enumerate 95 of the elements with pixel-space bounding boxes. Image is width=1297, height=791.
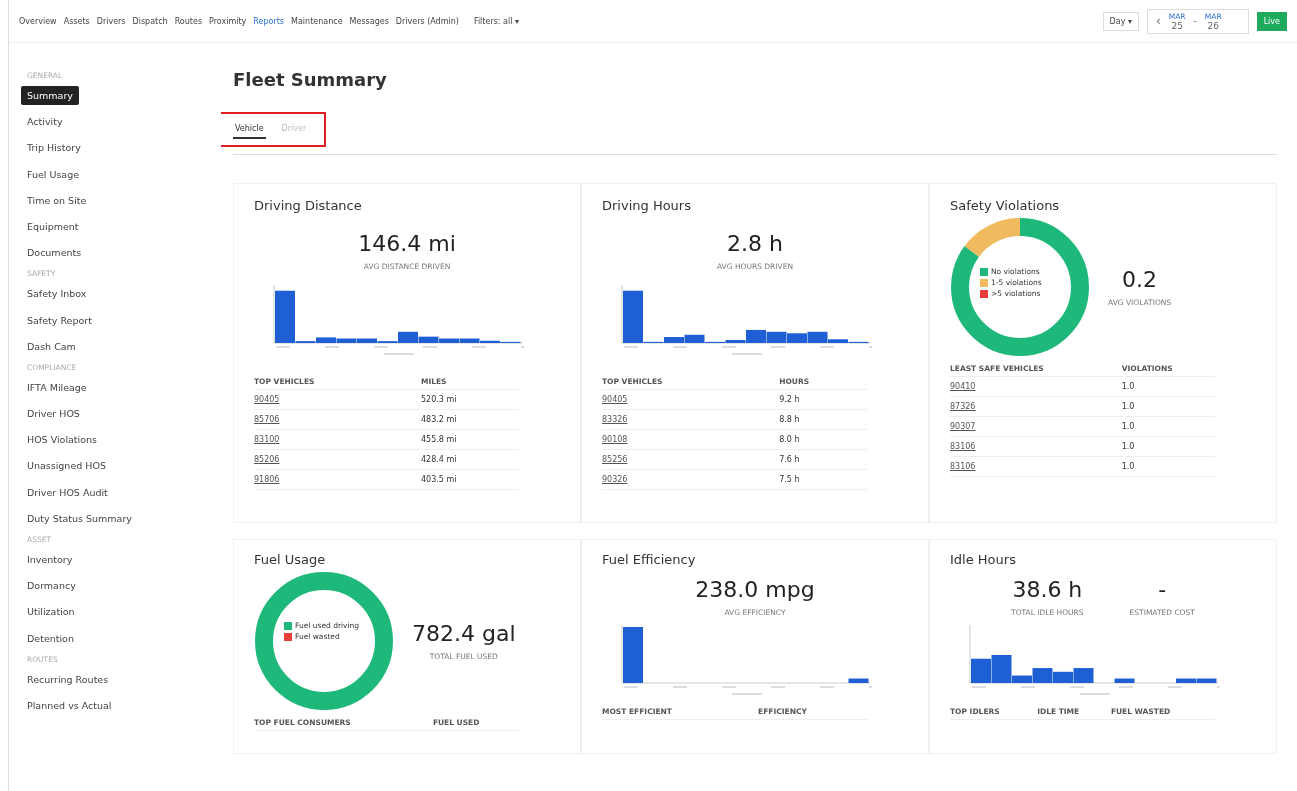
histogram-bar [1073, 668, 1094, 683]
sidebar-item[interactable]: Utilization [21, 602, 81, 622]
sidebar-item[interactable]: Inventory [21, 550, 79, 569]
vehicle-link[interactable]: 85256 [602, 455, 628, 464]
card-title: Fuel Efficiency [602, 552, 696, 567]
sidebar-item[interactable]: Documents [21, 243, 88, 263]
vehicle-link[interactable]: 83106 [950, 462, 976, 471]
vehicle-link[interactable]: 91806 [254, 475, 280, 484]
stat-value: 38.6 h [1012, 577, 1083, 602]
sidebar-item[interactable]: Unassigned HOS [21, 456, 112, 476]
histogram-bar [1053, 671, 1073, 683]
sidebar-item[interactable]: Duty Status Summary [21, 508, 138, 528]
vehicle-link[interactable]: 90410 [950, 382, 976, 391]
vehicle-link[interactable]: 90405 [602, 395, 628, 404]
nav-link[interactable]: Reports [253, 16, 285, 26]
sidebar-item[interactable]: Driver HOS Audit [21, 482, 114, 502]
sidebar-item[interactable]: Dash Cam [21, 336, 82, 356]
table-cell: 483.2 mi [420, 415, 457, 424]
table-cell: 403.5 mi [420, 475, 457, 484]
histogram-bar [848, 678, 869, 683]
table-cell: 7.5 h [779, 475, 800, 484]
stat-value: 782.4 gal [412, 621, 516, 646]
sidebar-item[interactable]: Equipment [21, 216, 85, 236]
sidebar-item[interactable]: HOS Violations [21, 430, 104, 450]
card-title: Safety Violations [950, 198, 1060, 213]
date-separator: - [1193, 16, 1197, 26]
nav-link[interactable]: Overview [19, 16, 57, 26]
vehicle-link[interactable]: 90108 [602, 435, 628, 444]
histogram-bar [623, 627, 643, 683]
previous-button[interactable]: ‹ [1155, 14, 1161, 28]
histogram-bar [971, 658, 991, 683]
table-cell: 1.0 [1121, 382, 1135, 391]
nav-link[interactable]: Dispatch [132, 16, 168, 26]
vehicle-link[interactable]: 90405 [254, 395, 280, 404]
table-cell: 520.3 mi [420, 395, 457, 404]
nav-link[interactable]: Maintenance [291, 16, 343, 26]
date-day: 26 [1207, 20, 1219, 31]
vehicle-link[interactable]: 90307 [950, 422, 976, 431]
stat-value: 146.4 mi [358, 231, 456, 256]
stat-value: 2.8 h [727, 231, 783, 256]
card-title: Idle Hours [950, 552, 1016, 567]
table-cell: 428.4 mi [420, 455, 457, 464]
table-cell: 1.0 [1121, 462, 1135, 471]
table-cell: 1.0 [1121, 442, 1135, 451]
histogram-bar [766, 331, 787, 343]
vehicle-link[interactable]: 85206 [254, 455, 280, 464]
card-title: Fuel Usage [254, 552, 326, 567]
card-title: Driving Hours [602, 198, 691, 213]
nav-link[interactable]: Drivers [96, 16, 126, 26]
vehicle-link[interactable]: 83326 [602, 415, 628, 424]
sidebar-item[interactable]: Driver HOS [21, 404, 86, 424]
sidebar-item[interactable]: Safety Inbox [21, 284, 93, 304]
table-cell: 9.2 h [779, 395, 800, 404]
sidebar-item[interactable]: Summary [21, 86, 79, 105]
sidebar-item[interactable]: Detention [21, 628, 80, 648]
sidebar-item[interactable]: Time on Site [21, 190, 93, 210]
date-day: 25 [1171, 20, 1183, 31]
vehicle-link[interactable]: 83100 [254, 435, 280, 444]
table-cell: 1.0 [1121, 402, 1135, 411]
stat-value: 0.2 [1122, 267, 1158, 292]
y-axis [621, 284, 623, 344]
vehicle-link[interactable]: 85706 [254, 415, 280, 424]
vehicle-link[interactable]: 87326 [950, 402, 976, 411]
vehicle-link[interactable]: 90326 [602, 475, 628, 484]
histogram-bar [1114, 678, 1135, 683]
sidebar-item[interactable]: IFTA Mileage [21, 377, 93, 397]
y-axis [621, 624, 623, 684]
sidebar-item[interactable]: Dormancy [21, 576, 82, 596]
nav-link[interactable]: Assets [63, 16, 90, 26]
stat-value: - [1158, 577, 1167, 602]
stat-value: 238.0 mpg [695, 577, 815, 602]
y-axis [969, 624, 971, 684]
table-cell: 1.0 [1121, 422, 1135, 431]
sidebar-item[interactable]: Safety Report [21, 310, 98, 330]
table-cell: 8.8 h [779, 415, 800, 424]
table-cell: 455.8 mi [420, 435, 457, 444]
page-title: Fleet Summary [233, 69, 388, 90]
histogram-bar [787, 333, 807, 343]
nav-link[interactable]: Drivers (Admin) [395, 16, 459, 26]
sidebar-item[interactable]: Trip History [21, 138, 87, 158]
y-axis [273, 284, 275, 344]
table-cell: 8.0 h [779, 435, 800, 444]
filter-dropdown[interactable]: Filters: all ▾ [473, 16, 519, 26]
nav-link[interactable]: Messages [349, 16, 389, 26]
nav-link[interactable]: Routes [174, 16, 203, 26]
vehicle-link[interactable]: 83106 [950, 442, 976, 451]
sidebar-item[interactable]: Activity [21, 112, 69, 132]
sidebar-item[interactable]: Planned vs Actual [21, 695, 118, 715]
tab[interactable]: Vehicle [233, 120, 266, 139]
period-dropdown[interactable]: Day ▾ [1102, 11, 1139, 31]
sidebar-item[interactable]: Fuel Usage [21, 164, 86, 184]
sidebar-item[interactable]: Recurring Routes [21, 669, 115, 689]
nav-link[interactable]: Proximity [209, 16, 247, 26]
table-cell: 7.6 h [779, 455, 800, 464]
card-title: Driving Distance [254, 198, 362, 213]
